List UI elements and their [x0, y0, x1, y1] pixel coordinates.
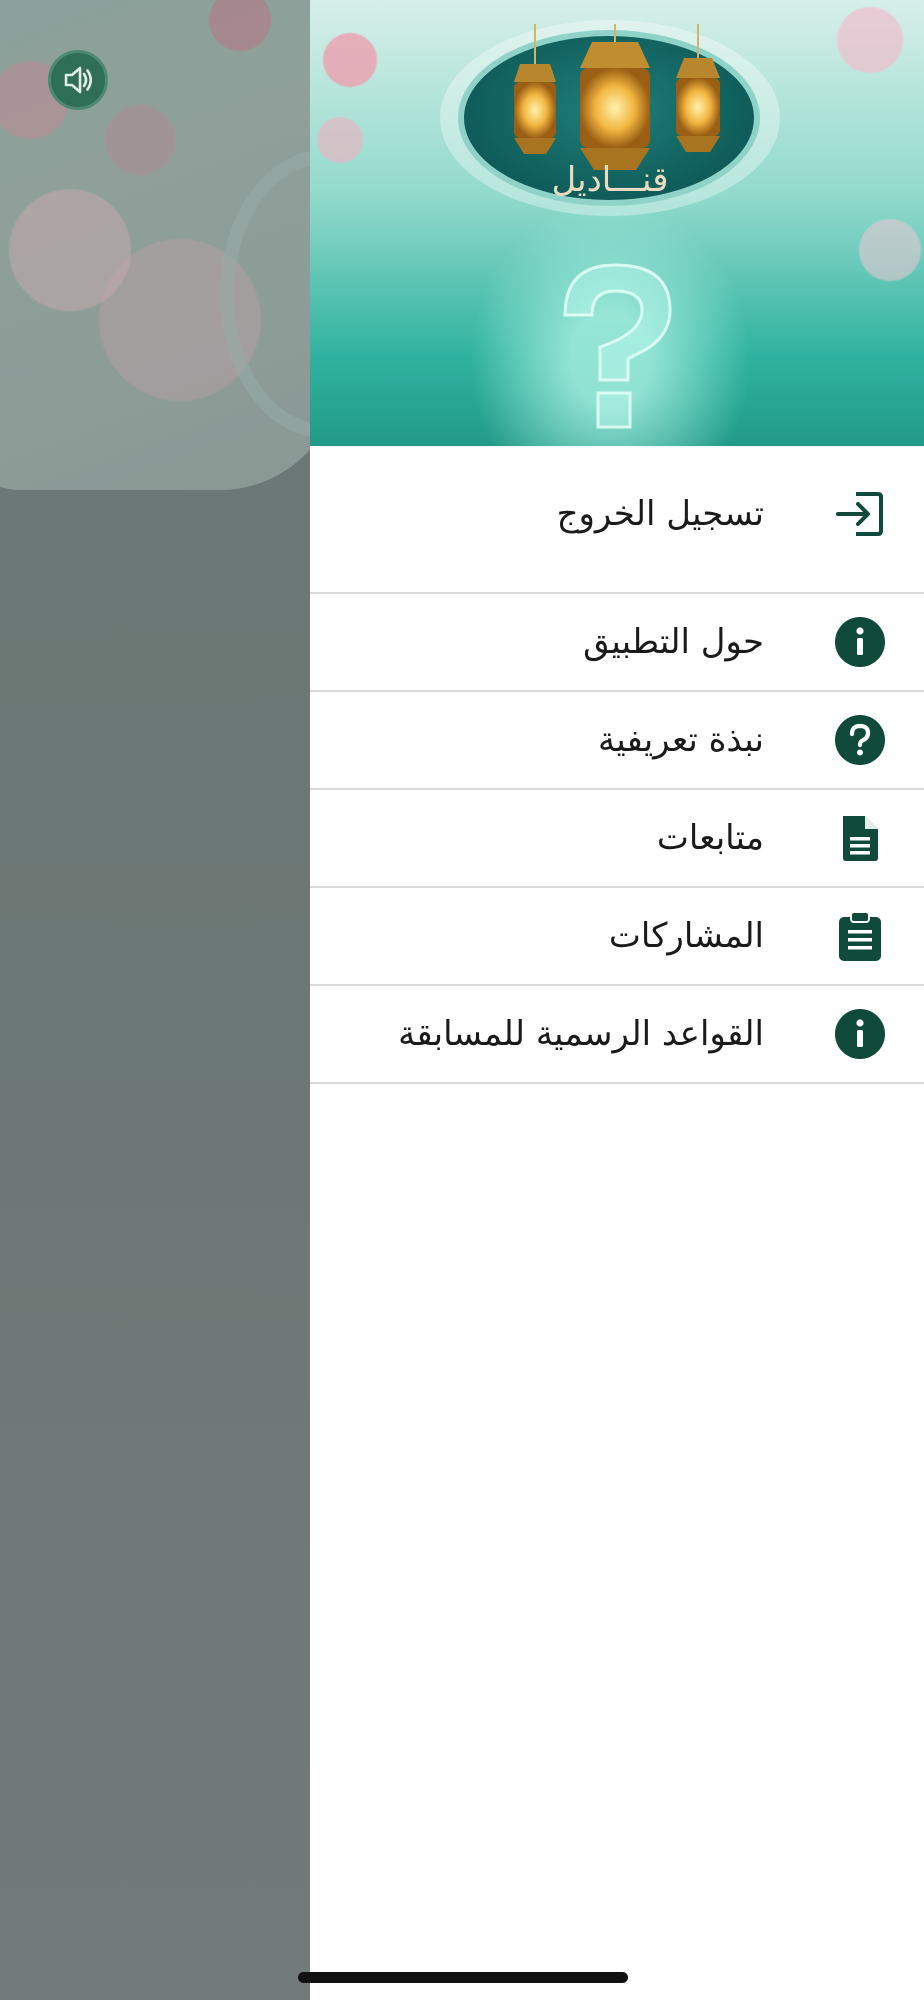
navigation-drawer: قنـــاديل تسجيل الخروج حول التطبيق نبذة … [310, 0, 924, 2000]
menu-item-label: المشاركات [608, 916, 764, 956]
menu-item-label: القواعد الرسمية للمسابقة [398, 1014, 764, 1054]
logo-title: قنـــاديل [551, 160, 669, 200]
drawer-header-banner: قنـــاديل [310, 0, 924, 446]
menu-item-introduction[interactable]: نبذة تعريفية [310, 692, 924, 790]
drawer-menu: تسجيل الخروج حول التطبيق نبذة تعريفية مت… [310, 446, 924, 1084]
clipboard-icon [834, 910, 886, 962]
speaker-icon [64, 66, 93, 94]
menu-item-about-app[interactable]: حول التطبيق [310, 594, 924, 692]
info-icon [834, 616, 886, 668]
home-indicator [298, 1972, 628, 1983]
document-icon [834, 812, 886, 864]
question-mark-graphic [563, 263, 672, 429]
sound-button[interactable] [48, 50, 108, 110]
info-icon [834, 1008, 886, 1060]
menu-item-label: متابعات [656, 818, 764, 858]
menu-item-label: تسجيل الخروج [556, 494, 764, 534]
dimmed-background[interactable] [0, 0, 310, 2000]
logout-icon [834, 488, 886, 540]
help-icon [834, 714, 886, 766]
menu-item-logout[interactable]: تسجيل الخروج [310, 446, 924, 594]
menu-item-follow-ups[interactable]: متابعات [310, 790, 924, 888]
menu-item-submissions[interactable]: المشاركات [310, 888, 924, 986]
menu-item-label: حول التطبيق [583, 622, 764, 662]
menu-item-official-rules[interactable]: القواعد الرسمية للمسابقة [310, 986, 924, 1084]
menu-item-label: نبذة تعريفية [598, 720, 764, 760]
lanterns-icon [514, 24, 720, 170]
